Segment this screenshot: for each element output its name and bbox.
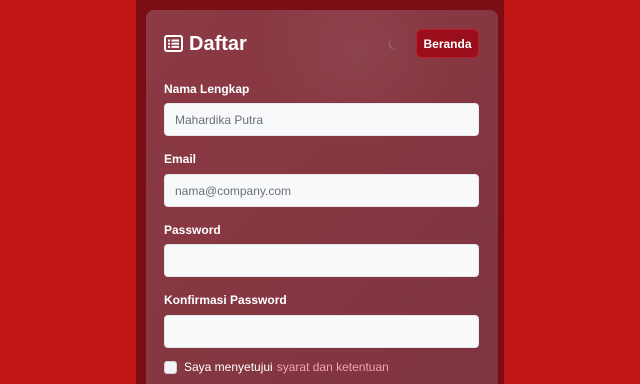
card-header: Daftar Beranda <box>164 29 480 59</box>
password-label: Password <box>164 223 221 237</box>
password-input[interactable] <box>164 244 479 277</box>
page-title: Daftar <box>189 33 247 55</box>
terms-agreement: Saya menyetujui syarat dan ketentuan <box>164 359 389 375</box>
moon-icon[interactable] <box>388 37 402 51</box>
terms-text: Saya menyetujui <box>184 360 273 374</box>
full-name-label: Nama Lengkap <box>164 82 250 96</box>
list-icon <box>164 35 183 52</box>
email-input[interactable] <box>164 174 479 207</box>
confirm-password-label: Konfirmasi Password <box>164 293 287 307</box>
register-card: Daftar Beranda Nama Lengkap Email Passwo… <box>146 10 498 384</box>
terms-link[interactable]: syarat dan ketentuan <box>277 360 389 374</box>
email-label: Email <box>164 152 197 166</box>
terms-checkbox[interactable] <box>164 360 177 374</box>
confirm-password-input[interactable] <box>164 315 479 348</box>
home-button[interactable]: Beranda <box>416 29 479 58</box>
full-name-input[interactable] <box>164 103 479 136</box>
